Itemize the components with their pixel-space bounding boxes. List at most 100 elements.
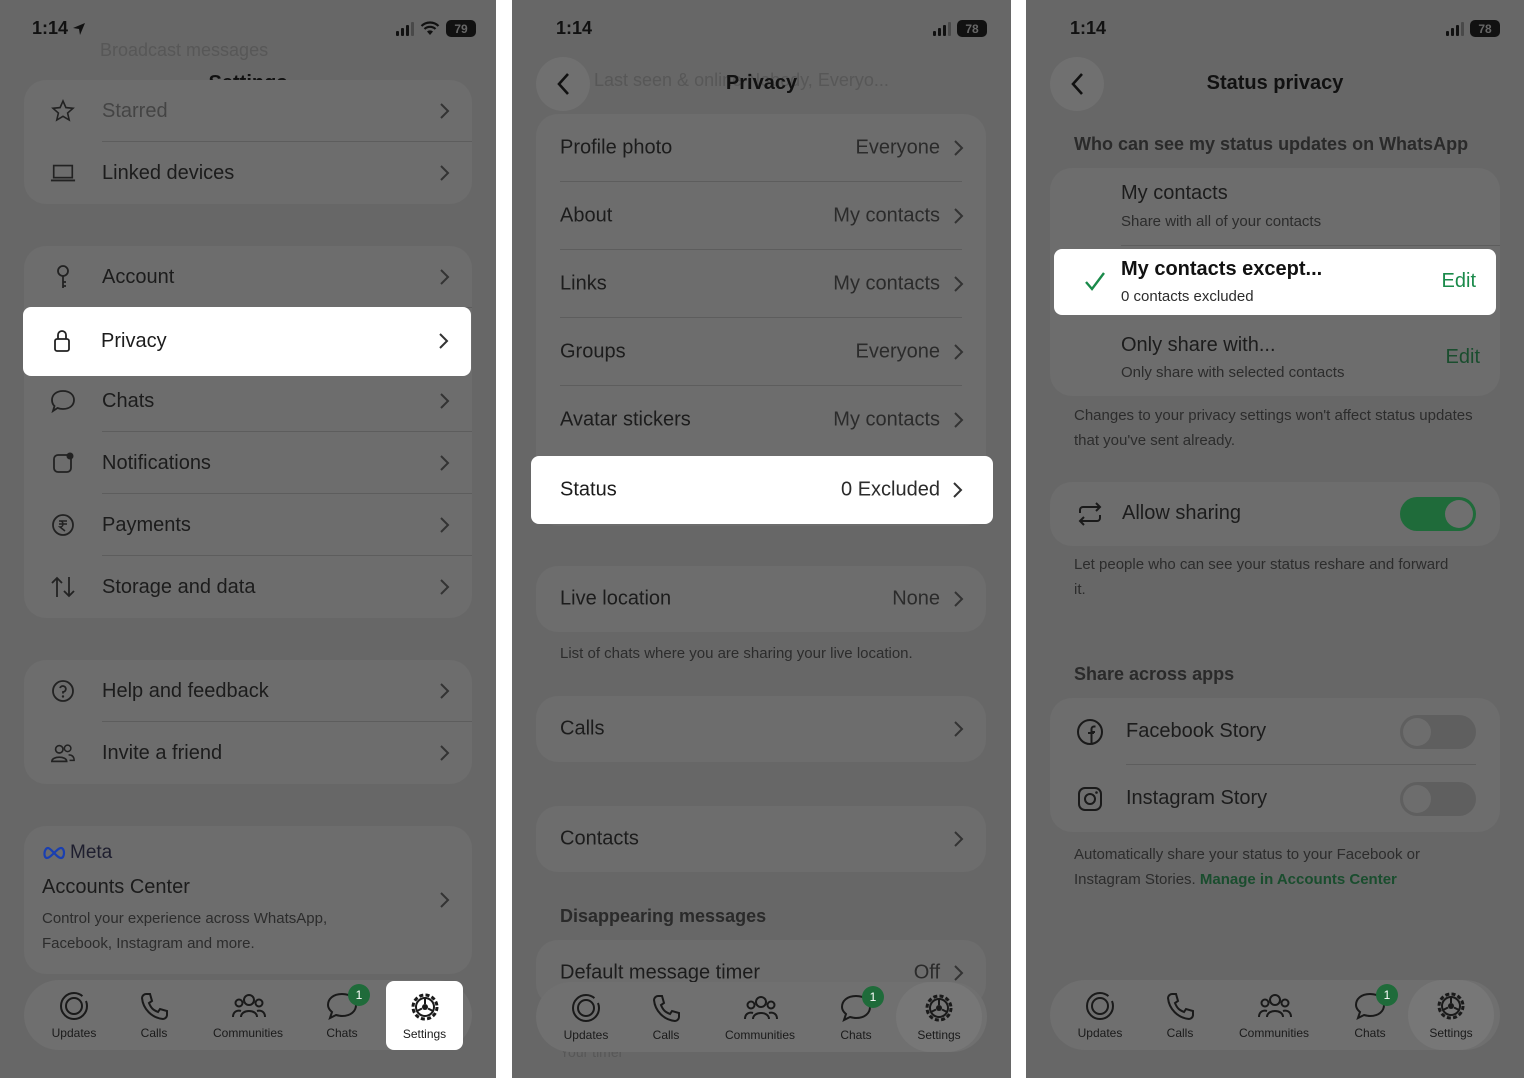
settings-group-tools: Starred Linked devices bbox=[24, 80, 472, 204]
tab-chats[interactable]: 1 Chats bbox=[818, 982, 894, 1052]
battery-indicator: 78 bbox=[957, 20, 987, 37]
tab-label: Communities bbox=[1238, 1026, 1310, 1040]
option-my-contacts-except[interactable]: My contacts except... 0 contacts exclude… bbox=[1054, 249, 1496, 315]
chevron-right-icon bbox=[440, 517, 450, 533]
tab-chats[interactable]: 1 Chats bbox=[1332, 980, 1408, 1050]
edit-only-share-button[interactable]: Edit bbox=[1446, 346, 1480, 369]
rupee-icon bbox=[50, 512, 76, 538]
tab-settings[interactable]: Settings bbox=[386, 981, 463, 1050]
settings-item-label: Payments bbox=[102, 513, 191, 536]
share-apps-group: Facebook Story Instagram Story bbox=[1050, 698, 1500, 832]
tab-settings[interactable]: Settings bbox=[896, 982, 982, 1052]
privacy-item-live-location[interactable]: Live location None bbox=[536, 566, 986, 632]
instagram-story-label: Instagram Story bbox=[1126, 787, 1268, 809]
option-only-share-with[interactable]: Only share with... Only share with selec… bbox=[1050, 320, 1500, 396]
signal-icon bbox=[933, 21, 951, 36]
privacy-item-links[interactable]: Links My contacts bbox=[536, 250, 986, 318]
tab-label: Communities bbox=[212, 1026, 284, 1040]
tab-updates[interactable]: Updates bbox=[34, 980, 114, 1050]
privacy-item-profile-photo[interactable]: Profile photo Everyone bbox=[536, 114, 986, 182]
chevron-right-icon bbox=[954, 208, 964, 224]
privacy-item-avatar-stickers[interactable]: Avatar stickers My contacts bbox=[536, 386, 986, 454]
tab-updates[interactable]: Updates bbox=[1060, 980, 1140, 1050]
chevron-right-icon bbox=[953, 482, 963, 498]
option-subtitle: Share with all of your contacts bbox=[1121, 213, 1322, 230]
settings-item-help[interactable]: Help and feedback bbox=[24, 660, 472, 722]
privacy-item-value: Everyone bbox=[855, 340, 941, 363]
tab-calls[interactable]: Calls bbox=[116, 980, 192, 1050]
tab-calls[interactable]: Calls bbox=[628, 982, 704, 1052]
tab-calls[interactable]: Calls bbox=[1142, 980, 1218, 1050]
privacy-item-contacts[interactable]: Contacts bbox=[536, 806, 986, 872]
tab-communities[interactable]: Communities bbox=[1230, 980, 1318, 1050]
chevron-right-icon bbox=[440, 455, 450, 471]
option-my-contacts[interactable]: My contacts Share with all of your conta… bbox=[1050, 168, 1500, 246]
settings-item-linked-devices[interactable]: Linked devices bbox=[24, 142, 472, 204]
settings-item-invite[interactable]: Invite a friend bbox=[24, 722, 472, 784]
privacy-item-label: Links bbox=[560, 272, 607, 295]
privacy-screen: 1:14 78 Last seen & online Nobody, Every… bbox=[512, 0, 1011, 1078]
settings-item-privacy[interactable]: Privacy bbox=[23, 307, 471, 376]
tab-chats[interactable]: 1 Chats bbox=[304, 980, 380, 1050]
settings-item-chats[interactable]: Chats bbox=[24, 370, 472, 432]
facebook-story-toggle[interactable] bbox=[1400, 715, 1476, 749]
chevron-right-icon bbox=[440, 892, 450, 908]
privacy-item-about[interactable]: About My contacts bbox=[536, 182, 986, 250]
allow-sharing-toggle[interactable] bbox=[1400, 497, 1476, 531]
settings-item-starred[interactable]: Starred bbox=[24, 80, 472, 142]
status-privacy-screen: 1:14 78 Status privacy Who can see my st… bbox=[1026, 0, 1524, 1078]
privacy-item-label: Profile photo bbox=[560, 136, 673, 159]
option-subtitle: Only share with selected contacts bbox=[1121, 364, 1345, 381]
tab-settings[interactable]: Settings bbox=[1408, 980, 1494, 1050]
repeat-icon bbox=[1078, 502, 1102, 526]
tab-label: Updates bbox=[51, 1026, 97, 1040]
settings-item-label: Notifications bbox=[102, 451, 211, 474]
notification-icon bbox=[50, 450, 76, 476]
chevron-right-icon bbox=[954, 344, 964, 360]
edit-excluded-button[interactable]: Edit bbox=[1442, 270, 1476, 293]
privacy-item-value: 0 Excluded bbox=[841, 478, 940, 501]
settings-icon bbox=[1435, 990, 1467, 1022]
privacy-item-groups[interactable]: Groups Everyone bbox=[536, 318, 986, 386]
share-across-apps-header: Share across apps bbox=[1074, 664, 1235, 684]
chats-icon: 1 bbox=[326, 984, 370, 1022]
chevron-right-icon bbox=[954, 276, 964, 292]
time-text: 1:14 bbox=[32, 18, 69, 38]
disappearing-messages-header: Disappearing messages bbox=[560, 906, 767, 926]
communities-icon bbox=[1258, 990, 1292, 1022]
settings-item-account[interactable]: Account bbox=[24, 246, 472, 308]
privacy-item-label: Contacts bbox=[560, 827, 639, 850]
meta-brand-text: Meta bbox=[70, 842, 113, 863]
chevron-right-icon bbox=[954, 412, 964, 428]
settings-item-payments[interactable]: Payments bbox=[24, 494, 472, 556]
status-icons: 78 bbox=[933, 20, 987, 37]
privacy-item-status[interactable]: Status 0 Excluded bbox=[531, 456, 993, 524]
settings-item-storage[interactable]: Storage and data bbox=[24, 556, 472, 618]
tab-communities[interactable]: Communities bbox=[716, 982, 804, 1052]
settings-item-label: Chats bbox=[102, 389, 155, 412]
tab-label: Calls bbox=[1166, 1026, 1194, 1040]
instagram-story-toggle[interactable] bbox=[1400, 782, 1476, 816]
auto-share-note: Automatically share your status to your … bbox=[1074, 842, 1474, 892]
communities-icon bbox=[744, 992, 778, 1024]
star-icon bbox=[50, 98, 76, 124]
accounts-center-card[interactable]: Meta Accounts Center Control your experi… bbox=[24, 826, 472, 974]
facebook-icon bbox=[1077, 719, 1103, 745]
settings-item-notifications[interactable]: Notifications bbox=[24, 432, 472, 494]
privacy-item-value: My contacts bbox=[833, 272, 940, 295]
allow-sharing-note: Let people who can see your status resha… bbox=[1074, 556, 1449, 598]
privacy-item-calls[interactable]: Calls bbox=[536, 696, 986, 762]
settings-group-main: Account Chats Notifications Payments Sto… bbox=[24, 246, 472, 618]
tab-communities[interactable]: Communities bbox=[204, 980, 292, 1050]
option-title: My contacts bbox=[1121, 182, 1228, 204]
tab-label: Updates bbox=[1077, 1026, 1123, 1040]
tab-updates[interactable]: Updates bbox=[546, 982, 626, 1052]
privacy-item-label: About bbox=[560, 204, 613, 227]
people-icon bbox=[50, 740, 76, 766]
chevron-right-icon bbox=[440, 165, 450, 181]
chevron-right-icon bbox=[440, 683, 450, 699]
unread-badge: 1 bbox=[862, 986, 884, 1008]
manage-accounts-link[interactable]: Manage in Accounts Center bbox=[1200, 871, 1397, 888]
privacy-item-label: Live location bbox=[560, 587, 672, 610]
privacy-note: Changes to your privacy settings won't a… bbox=[1074, 407, 1473, 449]
